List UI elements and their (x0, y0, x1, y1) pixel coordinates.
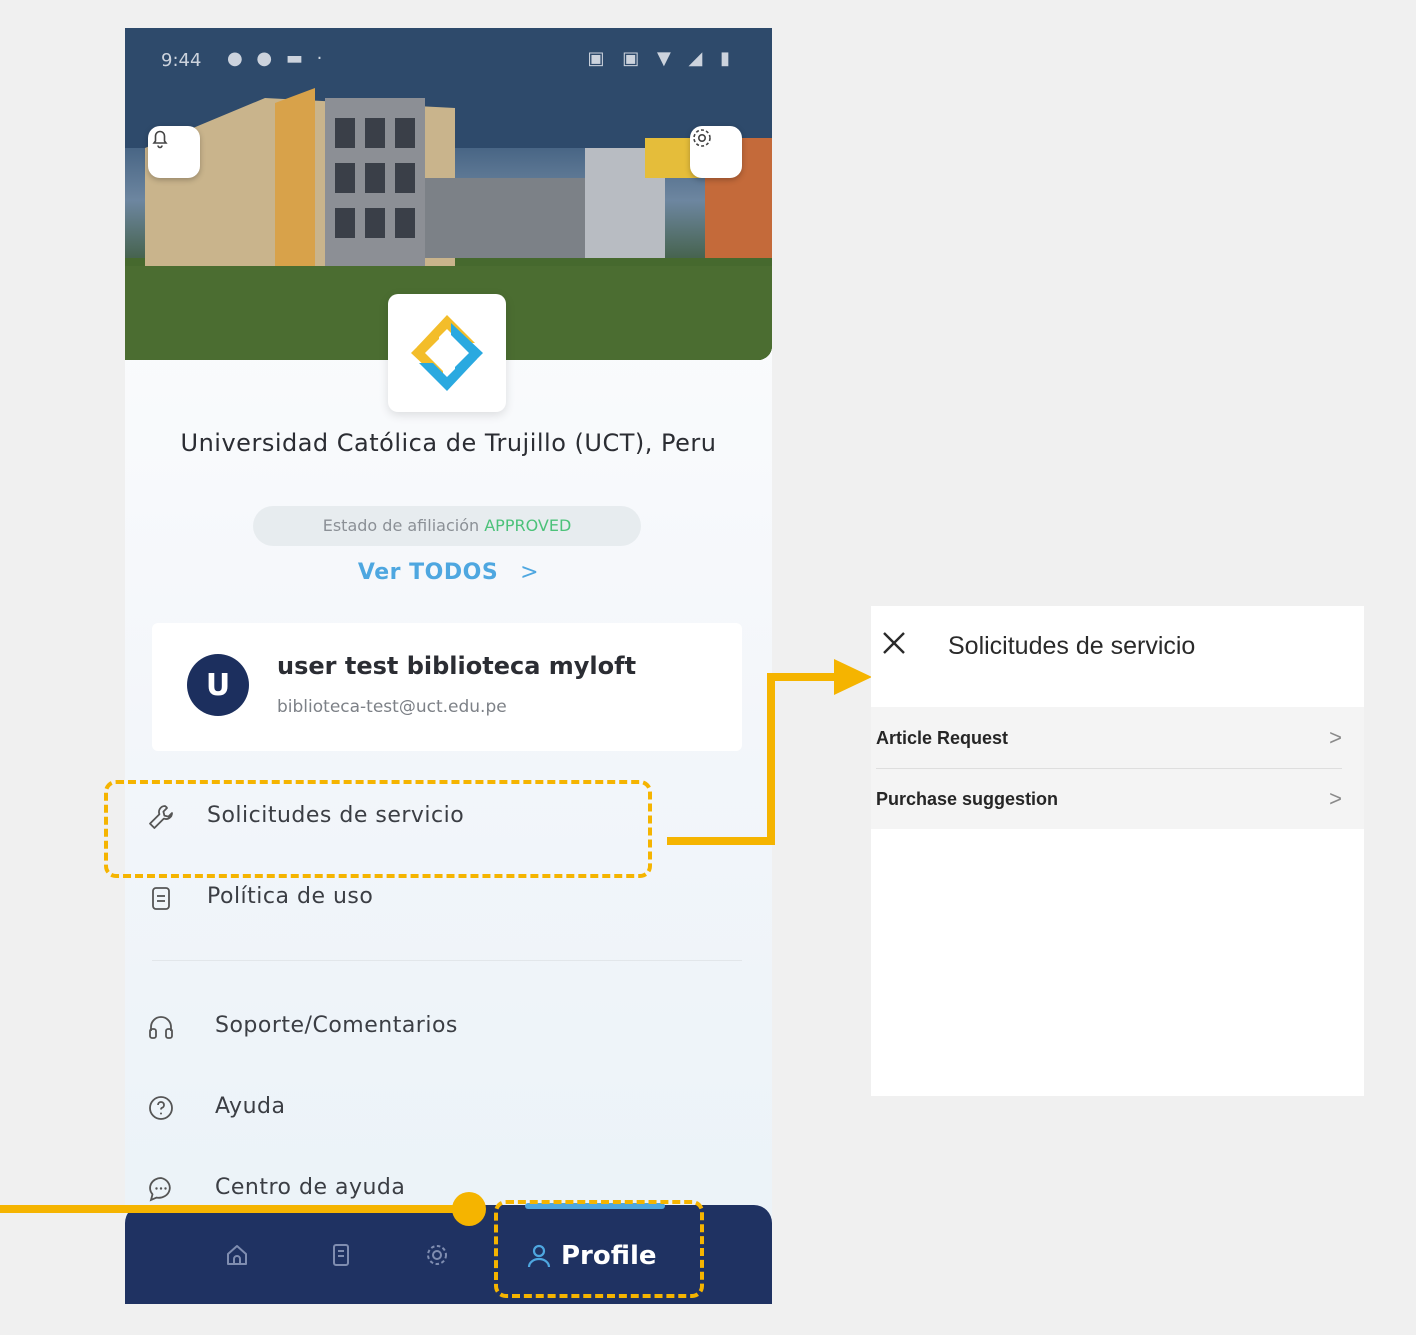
help-icon (149, 1096, 173, 1120)
list-item-article-request[interactable]: Article Request > (876, 707, 1342, 767)
gear-icon (693, 129, 711, 147)
user-name: user test biblioteca myloft (277, 652, 637, 680)
highlight-service-requests (104, 780, 652, 878)
service-request-list: Article Request > Purchase suggestion > (871, 707, 1364, 829)
institution-name: Universidad Católica de Trujillo (UCT), … (180, 429, 717, 457)
panel-title: Solicitudes de servicio (948, 632, 1196, 660)
arrow-right-icon (834, 659, 872, 695)
menu-item-help[interactable]: Ayuda (145, 1082, 745, 1132)
status-time: 9:44 (161, 50, 202, 71)
connector-line (767, 673, 775, 845)
chevron-right-icon: > (1329, 786, 1342, 811)
chevron-right-icon: > (1329, 725, 1342, 750)
service-requests-panel: Solicitudes de servicio Article Request … (871, 606, 1364, 1096)
headset-icon (149, 1016, 173, 1039)
home-icon (227, 1245, 247, 1265)
see-all-label: Ver TODOS (357, 560, 499, 585)
nav-tab-library[interactable] (321, 1235, 361, 1275)
panel-header: Solicitudes de servicio (871, 606, 1364, 686)
user-email: biblioteca-test@uct.edu.pe (277, 697, 507, 717)
institution-logo-mark (411, 315, 483, 391)
connector-dot (452, 1192, 486, 1226)
connector-line (0, 1205, 480, 1213)
menu-divider (152, 960, 742, 961)
system-status-icons: ▣ ▣ ▼ ◢ ▮ (587, 48, 736, 69)
user-card[interactable]: U user test biblioteca myloft biblioteca… (152, 623, 742, 751)
chat-icon (149, 1177, 171, 1202)
menu-item-label: Política de uso (207, 884, 374, 909)
book-icon (333, 1244, 349, 1266)
settings-button[interactable] (690, 126, 742, 178)
close-icon[interactable] (881, 630, 907, 656)
institution-logo (388, 294, 506, 412)
affiliation-status-value: APPROVED (484, 516, 572, 535)
gear-icon (427, 1245, 447, 1265)
nav-tab-home[interactable] (217, 1235, 257, 1275)
menu-item-label: Centro de ayuda (215, 1175, 406, 1200)
affiliation-label: Estado de afiliación (322, 516, 480, 535)
see-all-link[interactable]: Ver TODOS > (125, 560, 772, 585)
chevron-right-icon: > (520, 560, 540, 585)
notification-bell-button[interactable] (148, 126, 200, 178)
nav-tab-settings[interactable] (417, 1235, 457, 1275)
menu-item-label: Soporte/Comentarios (215, 1013, 458, 1038)
menu-item-usage-policy[interactable]: Política de uso (145, 872, 745, 922)
document-icon (152, 887, 170, 910)
connector-line (767, 673, 841, 681)
notification-icons: ● ● ▬ · (227, 48, 327, 69)
menu-item-support-feedback[interactable]: Soporte/Comentarios (145, 1001, 745, 1051)
list-item-label: Article Request (876, 728, 1009, 748)
bell-icon (152, 130, 168, 149)
list-item-label: Purchase suggestion (876, 789, 1059, 809)
status-bar: 9:44 ● ● ▬ · ▣ ▣ ▼ ◢ ▮ (125, 28, 772, 88)
connector-line (667, 837, 775, 845)
menu-item-label: Ayuda (215, 1094, 286, 1119)
list-item-purchase-suggestion[interactable]: Purchase suggestion > (876, 768, 1342, 828)
highlight-profile-tab (494, 1200, 704, 1298)
avatar: U (187, 654, 249, 716)
affiliation-status-badge: Estado de afiliación APPROVED (253, 506, 641, 546)
phone-screen: 9:44 ● ● ▬ · ▣ ▣ ▼ ◢ ▮ Universidad Catól… (125, 28, 772, 1304)
